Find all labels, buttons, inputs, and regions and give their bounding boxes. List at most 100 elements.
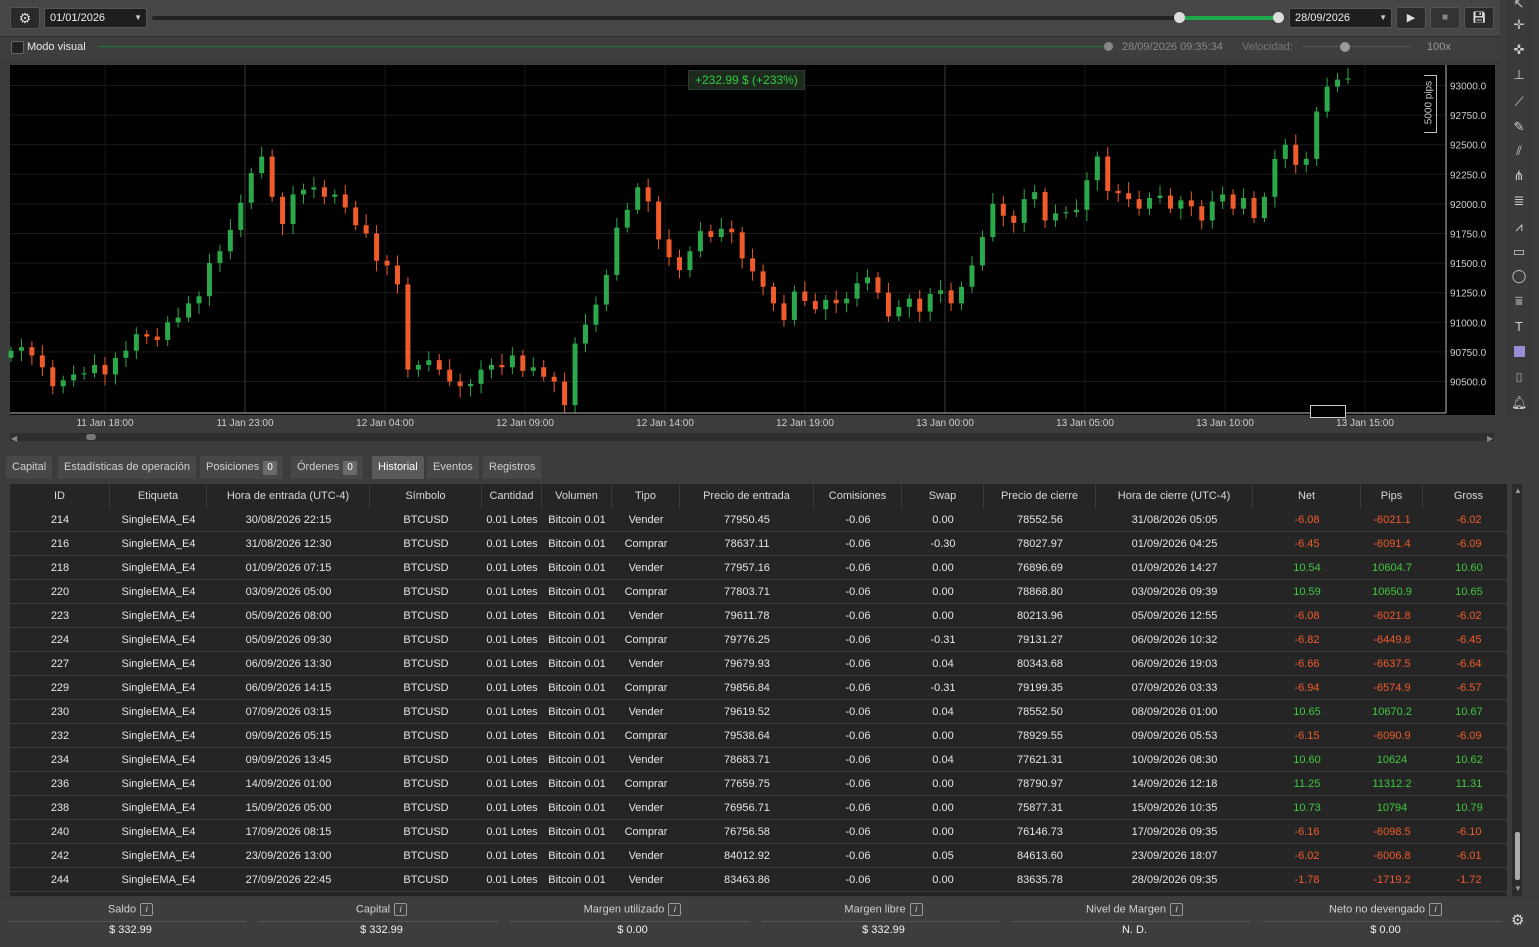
- channel-icon[interactable]: ⫽: [1511, 143, 1527, 159]
- column-header[interactable]: Hora de entrada (UTC-4): [207, 484, 370, 508]
- info-icon[interactable]: i: [394, 903, 408, 916]
- info-icon[interactable]: i: [140, 903, 154, 916]
- column-header[interactable]: Etiqueta: [110, 484, 207, 508]
- column-header[interactable]: Volumen: [542, 484, 612, 508]
- fan-icon[interactable]: ⩘: [1511, 219, 1527, 235]
- table-cell: 23/09/2026 18:07: [1131, 850, 1218, 862]
- bell-icon[interactable]: 🔔︎: [1511, 395, 1528, 411]
- candle-body: [447, 369, 453, 382]
- column-header[interactable]: Gross: [1423, 484, 1507, 508]
- tab-capital[interactable]: Capital: [6, 456, 53, 479]
- progress-handle[interactable]: [1104, 42, 1113, 51]
- table-cell: 10.65: [1293, 706, 1321, 718]
- table-row[interactable]: 227 SingleEMA_E4 06/09/2026 13:30 BTCUSD 0.0…: [10, 652, 1507, 676]
- fibonacci-icon[interactable]: ≣: [1511, 193, 1527, 209]
- scroll-right-icon[interactable]: ▶: [1487, 434, 1494, 443]
- visual-mode-checkbox[interactable]: [11, 41, 24, 54]
- price-chart[interactable]: 93000.0 92750.0 92500.0 92250.0 92000.0 91750…: [8, 63, 1496, 448]
- speed-slider-track[interactable]: [1302, 46, 1412, 47]
- table-cell: 0.05: [932, 850, 954, 862]
- table-cell: -6.82: [1294, 634, 1320, 646]
- table-row[interactable]: 218 SingleEMA_E4 01/09/2026 07:15 BTCUSD 0.0…: [10, 556, 1507, 580]
- info-icon[interactable]: i: [909, 903, 923, 916]
- tab-trade-statistics[interactable]: Estadísticas de operación: [58, 456, 196, 479]
- start-date-picker[interactable]: 01/01/2026 ▼: [44, 8, 147, 28]
- rectangle-icon[interactable]: ▭: [1511, 244, 1527, 260]
- date-range-start-handle[interactable]: [1174, 12, 1185, 23]
- table-row[interactable]: 236 SingleEMA_E4 14/09/2026 01:00 BTCUSD 0.0…: [10, 772, 1507, 796]
- table-cell: 0.01 Lotes: [486, 874, 538, 886]
- column-header[interactable]: Símbolo: [370, 484, 482, 508]
- column-header[interactable]: Net: [1253, 484, 1361, 508]
- table-row[interactable]: 229 SingleEMA_E4 06/09/2026 14:15 BTCUSD 0.0…: [10, 676, 1507, 700]
- ray-icon[interactable]: ✎: [1511, 119, 1527, 135]
- column-header[interactable]: Pips: [1361, 484, 1423, 508]
- date-range-track[interactable]: [152, 16, 1282, 20]
- candle-body: [1053, 213, 1059, 221]
- measure-icon[interactable]: ✜: [1511, 42, 1527, 58]
- table-row[interactable]: 216 SingleEMA_E4 31/08/2026 12:30 BTCUSD 0.0…: [10, 532, 1507, 556]
- price-range-icon[interactable]: ⩸: [1511, 293, 1527, 309]
- crosshair-icon[interactable]: ✛: [1511, 17, 1527, 33]
- table-row[interactable]: 234 SingleEMA_E4 09/09/2026 13:45 BTCUSD 0.0…: [10, 748, 1507, 772]
- table-scroll-up-icon[interactable]: ▲: [1514, 486, 1522, 495]
- table-cell: 79679.93: [724, 658, 770, 670]
- column-header[interactable]: Cantidad: [482, 484, 542, 508]
- pointer-icon[interactable]: ↖: [1511, 0, 1527, 12]
- column-header[interactable]: Hora de cierre (UTC-4): [1096, 484, 1253, 508]
- column-header[interactable]: Tipo: [612, 484, 680, 508]
- table-row[interactable]: 214 SingleEMA_E4 30/08/2026 22:15 BTCUSD 0.0…: [10, 508, 1507, 532]
- table-row[interactable]: 240 SingleEMA_E4 17/09/2026 08:15 BTCUSD 0.0…: [10, 820, 1507, 844]
- table-cell: -6574.9: [1373, 682, 1411, 694]
- tab-positions[interactable]: Posiciones 0: [200, 456, 283, 479]
- camera-icon[interactable]: ⌷: [1511, 370, 1527, 386]
- save-button[interactable]: 💾︎: [1464, 7, 1494, 29]
- tab-history[interactable]: Historial: [372, 456, 424, 479]
- column-header[interactable]: Precio de cierre: [984, 484, 1096, 508]
- table-cell: -6.09: [1456, 730, 1482, 742]
- table-row[interactable]: 223 SingleEMA_E4 05/09/2026 08:00 BTCUSD 0.0…: [10, 604, 1507, 628]
- candlestick-chart-svg[interactable]: 93000.0 92750.0 92500.0 92250.0 92000.0 91750…: [8, 63, 1496, 448]
- table-cell: BTCUSD: [403, 826, 449, 838]
- tab-events[interactable]: Eventos: [427, 456, 479, 479]
- table-row[interactable]: 242 SingleEMA_E4 23/09/2026 13:00 BTCUSD 0.0…: [10, 844, 1507, 868]
- horizontal-line-icon[interactable]: ⊥: [1511, 67, 1527, 83]
- color-swatch-icon[interactable]: [1511, 345, 1527, 361]
- ellipse-icon[interactable]: ◯: [1511, 268, 1527, 284]
- column-header[interactable]: Swap: [902, 484, 984, 508]
- footer-settings-icon[interactable]: ⚙: [1511, 911, 1524, 929]
- table-row[interactable]: 220 SingleEMA_E4 03/09/2026 05:00 BTCUSD 0.0…: [10, 580, 1507, 604]
- speed-slider-handle[interactable]: [1340, 42, 1350, 52]
- column-header[interactable]: Comisiones: [814, 484, 902, 508]
- chart-period-marker[interactable]: [1310, 405, 1346, 418]
- chart-scrollbar-thumb[interactable]: [86, 434, 96, 440]
- table-scroll-down-icon[interactable]: ▼: [1514, 884, 1522, 893]
- chart-scrollbar[interactable]: [10, 433, 1494, 441]
- tab-orders[interactable]: Órdenes 0: [291, 456, 363, 479]
- pitchfork-icon[interactable]: ⋔: [1511, 168, 1527, 184]
- info-icon[interactable]: i: [1429, 903, 1443, 916]
- tab-logs[interactable]: Registros: [483, 456, 542, 479]
- info-icon[interactable]: i: [668, 903, 682, 916]
- scroll-left-icon[interactable]: ◀: [11, 434, 18, 443]
- text-icon[interactable]: T: [1511, 319, 1527, 335]
- settings-button[interactable]: ⚙: [10, 7, 40, 29]
- table-row[interactable]: 232 SingleEMA_E4 09/09/2026 05:15 BTCUSD 0.0…: [10, 724, 1507, 748]
- column-header[interactable]: ID: [10, 484, 110, 508]
- table-row[interactable]: 238 SingleEMA_E4 15/09/2026 05:00 BTCUSD 0.0…: [10, 796, 1507, 820]
- info-icon[interactable]: i: [1170, 903, 1184, 916]
- candle-body: [1345, 78, 1351, 80]
- stop-button[interactable]: ■: [1430, 7, 1460, 29]
- candle-body: [1021, 199, 1027, 223]
- play-button[interactable]: ▶: [1396, 7, 1426, 29]
- table-row[interactable]: 224 SingleEMA_E4 05/09/2026 09:30 BTCUSD 0.0…: [10, 628, 1507, 652]
- pnl-badge-text: +232.99 $ (+233%): [695, 73, 798, 87]
- table-row[interactable]: 230 SingleEMA_E4 07/09/2026 03:15 BTCUSD 0.0…: [10, 700, 1507, 724]
- table-scrollbar-thumb[interactable]: [1515, 832, 1520, 880]
- x-tick-label: 13 Jan 00:00: [916, 418, 974, 429]
- date-range-end-handle[interactable]: [1273, 12, 1284, 23]
- column-header[interactable]: Precio de entrada: [680, 484, 814, 508]
- end-date-picker[interactable]: 28/09/2026 ▼: [1289, 8, 1392, 28]
- trend-line-icon[interactable]: ⟋: [1511, 94, 1527, 110]
- table-row[interactable]: 244 SingleEMA_E4 27/09/2026 22:45 BTCUSD 0.0…: [10, 868, 1507, 892]
